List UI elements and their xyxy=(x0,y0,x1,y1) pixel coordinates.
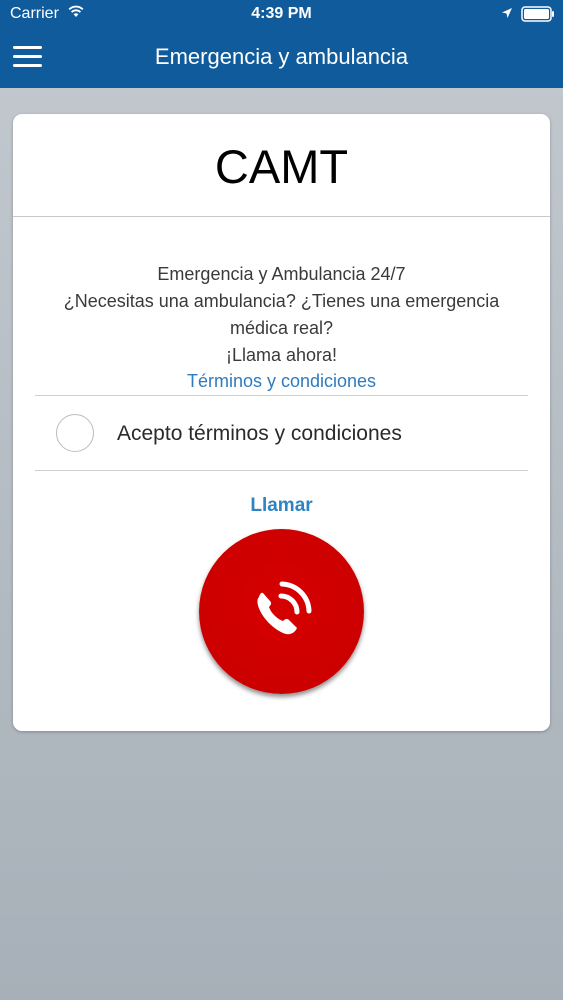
accept-terms-label: Acepto términos y condiciones xyxy=(117,422,402,445)
card-title: CAMT xyxy=(214,140,349,193)
terms-link[interactable]: Términos y condiciones xyxy=(13,371,550,392)
description-line: ¿Necesitas una ambulancia? ¿Tienes una e… xyxy=(63,291,500,311)
description-text: Emergencia y Ambulancia 24/7 ¿Necesitas … xyxy=(33,261,530,369)
accept-terms-row[interactable]: Acepto términos y condiciones xyxy=(35,396,528,470)
location-arrow-icon xyxy=(502,8,512,18)
phone-ringing-icon xyxy=(257,581,312,635)
top-bar: Carrier 4:39 PM Emergencia y ambulancia xyxy=(0,0,563,88)
divider xyxy=(35,470,528,471)
status-time: 4:39 PM xyxy=(251,5,312,22)
description-line: médica real? xyxy=(229,318,334,338)
description-line: Emergencia y Ambulancia 24/7 xyxy=(157,264,406,284)
divider xyxy=(13,216,550,217)
page-title: Emergencia y ambulancia xyxy=(154,44,409,69)
call-label: Llamar xyxy=(250,495,313,516)
accept-terms-radio[interactable] xyxy=(56,414,94,452)
description-line: ¡Llama ahora! xyxy=(225,345,338,365)
emergency-card: CAMT Emergencia y Ambulancia 24/7 ¿Neces… xyxy=(13,114,550,731)
navigation-bar: Emergencia y ambulancia xyxy=(0,30,563,88)
status-bar: Carrier 4:39 PM xyxy=(0,0,563,30)
battery-icon xyxy=(521,6,554,22)
call-button[interactable] xyxy=(199,529,364,694)
